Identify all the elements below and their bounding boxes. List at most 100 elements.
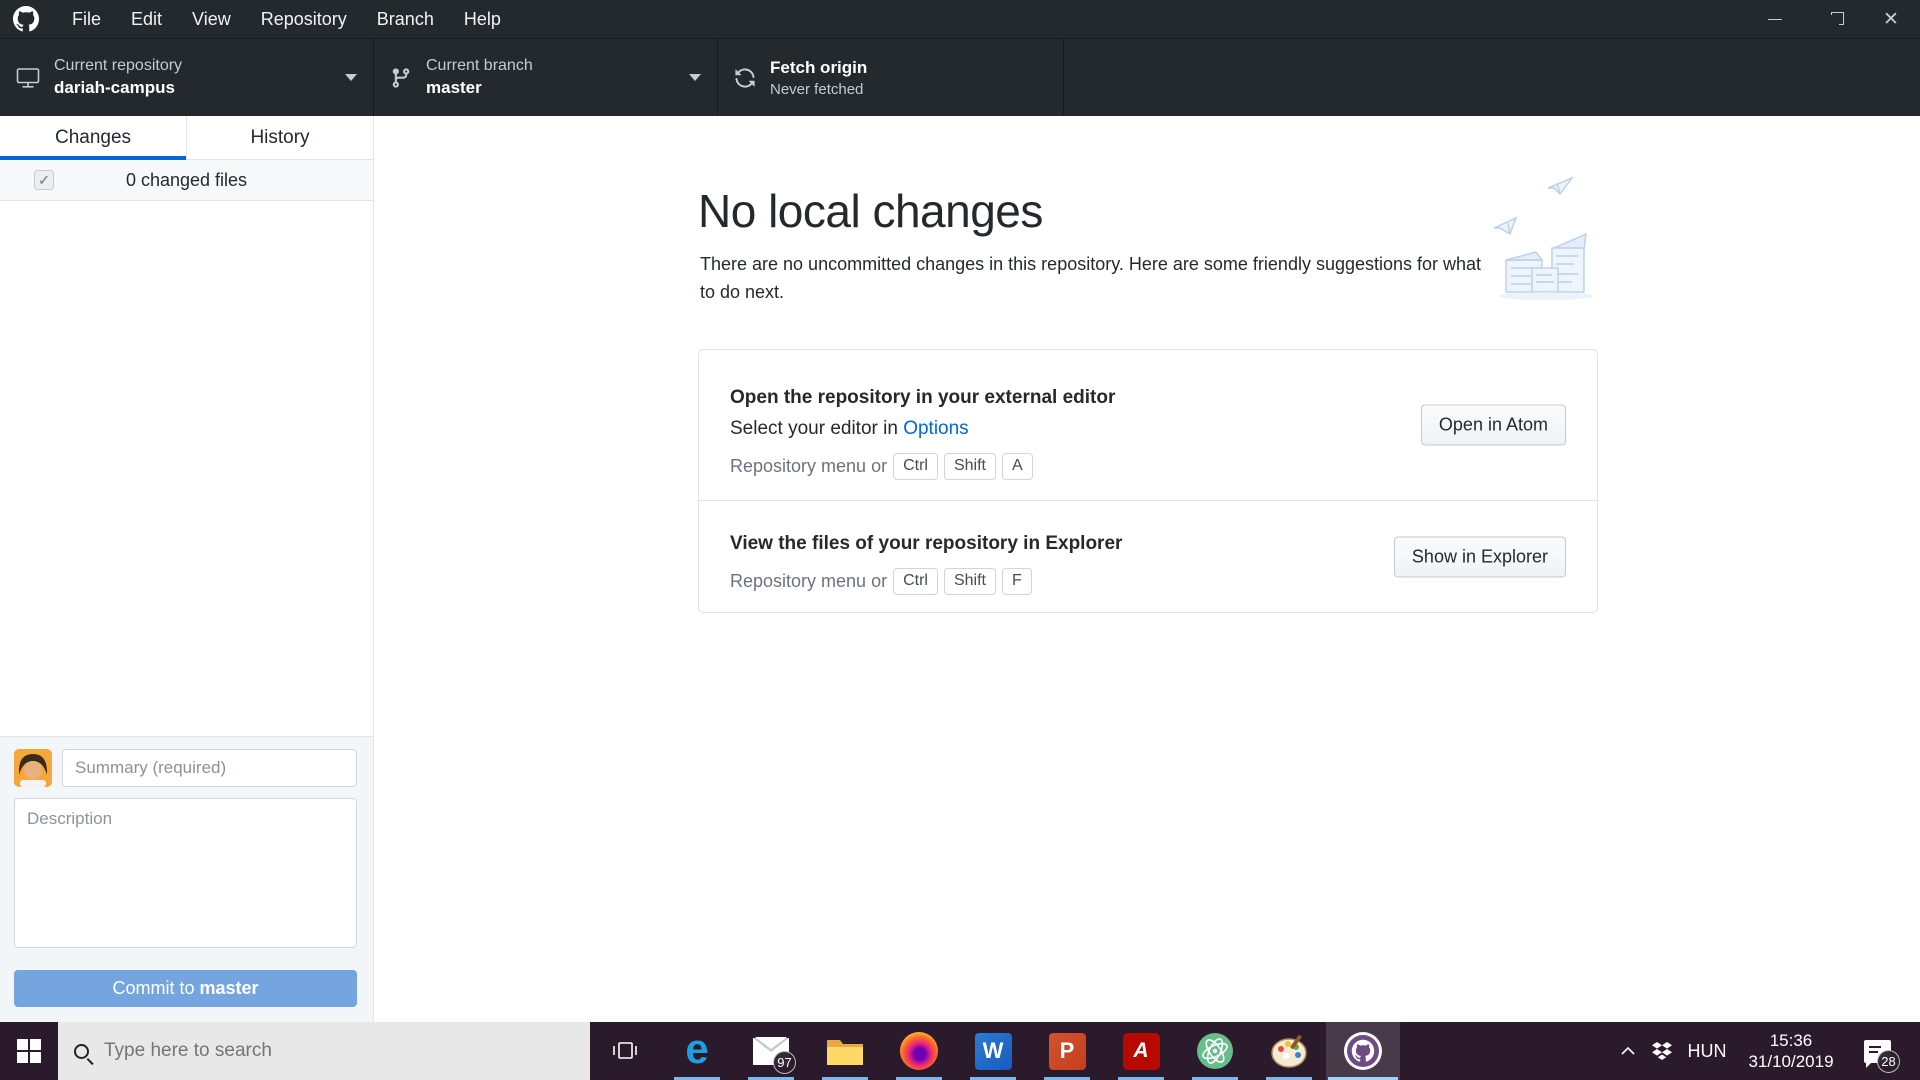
close-button[interactable]: ✕: [1862, 0, 1920, 38]
current-branch-button[interactable]: Current branch master: [374, 39, 718, 116]
language-indicator[interactable]: HUN: [1680, 1041, 1734, 1062]
chevron-down-icon: [689, 74, 701, 81]
page-title: No local changes: [698, 185, 1043, 237]
commit-button-prefix: Commit to: [112, 978, 200, 998]
minimize-button[interactable]: [1746, 0, 1804, 38]
show-in-explorer-button[interactable]: Show in Explorer: [1393, 536, 1566, 577]
taskbar-app-acrobat[interactable]: A: [1104, 1022, 1178, 1080]
taskbar-app-powerpoint[interactable]: P: [1030, 1022, 1104, 1080]
file-explorer-icon: [827, 1039, 863, 1065]
taskbar: e 97 W P A HUN 15:3: [0, 1022, 1920, 1080]
suggestion-show-explorer: View the files of your repository in Exp…: [699, 500, 1597, 612]
current-branch-value: master: [426, 78, 482, 97]
current-branch-label: Current branch: [426, 57, 533, 74]
changed-files-row: ✓ 0 changed files: [0, 160, 373, 201]
fetch-origin-label: Fetch origin: [770, 57, 868, 77]
close-icon: ✕: [1883, 8, 1899, 30]
action-center-button[interactable]: 28: [1848, 1022, 1906, 1080]
shortcut-hint: Repository menu or Ctrl Shift A: [730, 453, 1566, 480]
page-subtitle: There are no uncommitted changes in this…: [700, 254, 1482, 302]
key-shift: Shift: [943, 453, 996, 480]
key-ctrl: Ctrl: [893, 453, 938, 480]
current-repository-value: dariah-campus: [54, 78, 175, 97]
content: Changes History ✓ 0 changed files Commit…: [0, 116, 1920, 1022]
sidebar-tabs: Changes History: [0, 116, 373, 160]
menu-view[interactable]: View: [177, 0, 246, 38]
commit-button[interactable]: Commit to master: [14, 970, 357, 1007]
restore-button[interactable]: [1804, 0, 1862, 38]
toolbar: Current repository dariah-campus Current…: [0, 39, 1920, 116]
date: 31/10/2019: [1748, 1052, 1834, 1071]
acrobat-icon: A: [1122, 1032, 1160, 1070]
commit-summary-input[interactable]: [62, 749, 357, 787]
fetch-origin-button[interactable]: Fetch origin Never fetched: [718, 39, 1064, 116]
github-desktop-window: File Edit View Repository Branch Help ✕ …: [0, 0, 1920, 1080]
changed-files-list: [0, 201, 373, 736]
current-repository-button[interactable]: Current repository dariah-campus: [0, 39, 374, 116]
tab-changes[interactable]: Changes: [0, 116, 187, 160]
sync-icon: [734, 67, 756, 89]
search-icon: [74, 1043, 89, 1059]
taskbar-app-file-explorer[interactable]: [808, 1022, 882, 1080]
menu-edit[interactable]: Edit: [116, 0, 177, 38]
paper-stack-illustration-icon: [1486, 168, 1616, 308]
system-tray: HUN 15:36 31/10/2019 28: [1612, 1022, 1920, 1080]
taskbar-app-paint[interactable]: [1252, 1022, 1326, 1080]
menu-help[interactable]: Help: [449, 0, 516, 38]
open-in-atom-button[interactable]: Open in Atom: [1420, 404, 1566, 446]
commit-button-branch: master: [199, 978, 259, 998]
monitor-icon: [16, 67, 40, 89]
task-view-icon: [613, 1042, 637, 1059]
menu-file[interactable]: File: [57, 0, 116, 38]
key-shift: Shift: [943, 568, 996, 595]
fetch-origin-status: Never fetched: [770, 80, 864, 98]
key-f: F: [1001, 568, 1032, 595]
taskbar-app-mail[interactable]: 97: [734, 1022, 808, 1080]
git-branch-icon: [390, 67, 412, 89]
menu-repository[interactable]: Repository: [246, 0, 362, 38]
changed-files-count: 0 changed files: [125, 169, 248, 190]
commit-description-textarea[interactable]: [14, 798, 357, 948]
taskbar-app-firefox[interactable]: [882, 1022, 956, 1080]
word-icon: W: [974, 1032, 1012, 1070]
window-controls: ✕: [1746, 0, 1920, 38]
key-a: A: [1001, 453, 1033, 480]
paint-palette-icon: [1271, 1035, 1307, 1068]
taskbar-app-atom[interactable]: [1178, 1022, 1252, 1080]
options-link[interactable]: Options: [903, 418, 968, 439]
taskbar-app-word[interactable]: W: [956, 1022, 1030, 1080]
show-hidden-icons-button[interactable]: [1612, 1046, 1644, 1056]
time: 15:36: [1769, 1031, 1813, 1050]
dropbox-icon: [1652, 1042, 1672, 1060]
edge-icon: e: [685, 1025, 709, 1072]
start-button[interactable]: [0, 1022, 58, 1080]
taskbar-app-github-desktop[interactable]: [1326, 1022, 1400, 1080]
menubar: File Edit View Repository Branch Help ✕: [0, 0, 1920, 39]
tab-history[interactable]: History: [187, 116, 373, 159]
key-ctrl: Ctrl: [893, 568, 938, 595]
chevron-up-icon: [1621, 1046, 1635, 1055]
mail-unread-badge: 97: [773, 1051, 796, 1074]
task-view-button[interactable]: [590, 1022, 660, 1080]
suggestion-open-editor: Open the repository in your external edi…: [699, 350, 1597, 500]
dropbox-tray-button[interactable]: [1644, 1041, 1680, 1061]
powerpoint-icon: P: [1048, 1032, 1086, 1070]
main-pane: No local changes There are no uncommitte…: [374, 116, 1920, 1022]
github-desktop-icon: [1344, 1032, 1382, 1070]
notification-count-badge: 28: [1877, 1050, 1900, 1073]
chevron-down-icon: [345, 74, 357, 81]
menu-branch[interactable]: Branch: [362, 0, 449, 38]
commit-form: Commit to master: [0, 736, 373, 1022]
restore-icon: [1827, 12, 1844, 26]
shortcut-prefix: Repository menu or: [730, 571, 888, 591]
clock[interactable]: 15:36 31/10/2019: [1734, 1030, 1848, 1072]
atom-icon: [1197, 1033, 1233, 1069]
taskbar-search[interactable]: [58, 1022, 590, 1080]
taskbar-app-edge[interactable]: e: [660, 1022, 734, 1080]
search-input[interactable]: [104, 1040, 574, 1062]
card-line-text: Select your editor in: [730, 418, 904, 439]
suggestion-cards: Open the repository in your external edi…: [698, 349, 1598, 613]
github-logo-icon: [13, 6, 39, 32]
avatar: [14, 749, 52, 787]
shortcut-prefix: Repository menu or: [730, 456, 888, 476]
